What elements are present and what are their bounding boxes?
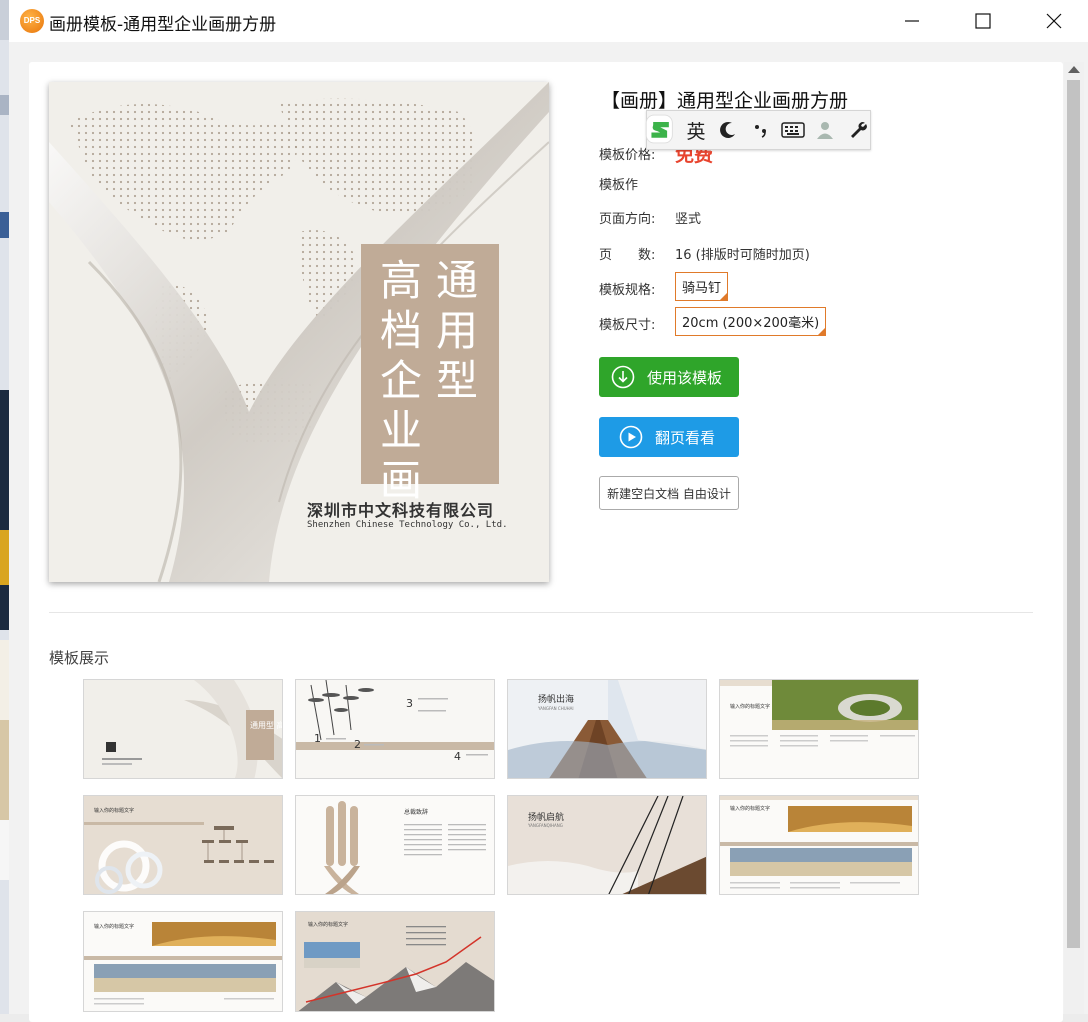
content-panel: 通用型 高档企业画 深圳市中文科技有限公司 Shenzhen Chinese T…: [29, 62, 1063, 1022]
showcase-thumb-2[interactable]: 3 1 2 4: [295, 679, 495, 779]
binding-label: 模板规格:: [599, 283, 656, 298]
thumb-9-heading: 输入你的标题文字: [94, 923, 134, 930]
thumb-1-art: 通用型 高档企业画: [84, 680, 283, 778]
showcase-thumb-6[interactable]: 总裁致辞: [295, 795, 495, 895]
use-template-label: 使用该模板: [647, 368, 723, 387]
title-bar: DPS 画册模板-通用型企业画册方册: [9, 0, 1088, 42]
scrollbar-thumb[interactable]: [1067, 80, 1080, 948]
thumb-3-art: 扬帆出海 YANGFAN CHUHAI: [508, 680, 706, 778]
sogou-logo-icon: S: [645, 114, 673, 144]
ime-toolbar[interactable]: S 英: [645, 110, 871, 150]
svg-text:2: 2: [354, 738, 361, 751]
selected-corner-icon: [719, 292, 729, 301]
vertical-scrollbar[interactable]: [1064, 62, 1084, 1014]
size-option[interactable]: 20cm (200×200毫米): [675, 307, 827, 336]
wrench-icon[interactable]: [846, 120, 870, 140]
thumb-7-caption: YANGFANQIHANG: [527, 823, 563, 828]
thumb-7-art: 扬帆启航 YANGFANQIHANG: [508, 796, 706, 894]
thumb-7-heading: 扬帆启航: [528, 811, 564, 823]
cover-title-box: 通用型 高档企业画: [361, 244, 499, 505]
binding-value: 骑马钉: [682, 281, 722, 296]
showcase-thumb-3[interactable]: 扬帆出海 YANGFAN CHUHAI: [507, 679, 707, 779]
template-title: 【画册】通用型企业画册方册: [601, 90, 849, 112]
showcase-thumb-10[interactable]: 输入你的标题文字: [295, 911, 495, 1012]
thumb-6-art: 总裁致辞: [296, 796, 494, 894]
moon-icon[interactable]: [716, 120, 740, 140]
size-row: 模板尺寸: 20cm (200×200毫米): [599, 307, 827, 336]
template-dialog: DPS 画册模板-通用型企业画册方册 通用型 高档企业画 深圳市中文科技有限公司…: [9, 0, 1088, 1022]
cover-company-name: 深圳市中文科技有限公司: [307, 501, 495, 520]
size-value: 20cm (200×200毫米): [682, 316, 820, 331]
maximize-button[interactable]: [963, 6, 1003, 36]
orientation-label: 页面方向:: [599, 212, 656, 227]
showcase-thumb-5[interactable]: 输入你的标题文字: [83, 795, 283, 895]
author-row: 模板作: [599, 174, 675, 193]
selected-corner-icon: [817, 327, 827, 336]
minimize-button[interactable]: [892, 6, 932, 36]
size-label: 模板尺寸:: [599, 318, 656, 333]
showcase-thumb-4[interactable]: 输入你的标题文字: [719, 679, 919, 779]
maximize-icon: [975, 13, 991, 29]
thumb-3-caption: YANGFAN CHUHAI: [537, 706, 574, 711]
thumb-3-heading: 扬帆出海: [538, 693, 574, 705]
svg-text:3: 3: [406, 697, 413, 710]
app-icon: DPS: [20, 9, 44, 33]
section-divider: [49, 612, 1033, 613]
thumb-10-heading: 输入你的标题文字: [308, 921, 348, 928]
svg-text:1: 1: [314, 732, 321, 745]
scroll-up-arrow-icon[interactable]: [1068, 66, 1080, 73]
cover-company-english: Shenzhen Chinese Technology Co., Ltd.: [307, 520, 508, 530]
author-label: 模板作: [599, 178, 639, 193]
thumb-5-art: 输入你的标题文字: [84, 796, 282, 894]
thumb-10-art: 输入你的标题文字: [296, 912, 494, 1011]
flip-preview-label: 翻页看看: [655, 428, 716, 447]
showcase-thumb-9[interactable]: 输入你的标题文字: [83, 911, 283, 1012]
close-button[interactable]: [1034, 6, 1074, 36]
ime-mode-label[interactable]: 英: [684, 117, 708, 144]
svg-text:4: 4: [454, 750, 461, 763]
punctuation-icon[interactable]: [749, 120, 773, 140]
thumb-5-heading: 输入你的标题文字: [94, 807, 134, 814]
thumb-9-art: 输入你的标题文字: [84, 912, 282, 1011]
pages-label: 页 数:: [599, 248, 656, 263]
flip-preview-button[interactable]: 翻页看看: [599, 417, 739, 457]
play-icon: [619, 425, 643, 449]
new-blank-document-button[interactable]: 新建空白文档 自由设计: [599, 476, 739, 510]
pages-row: 页 数: 16 (排版时可随时加页): [599, 244, 810, 263]
thumb-4-heading: 输入你的标题文字: [730, 703, 770, 710]
download-icon: [611, 365, 635, 389]
pages-value: 16 (排版时可随时加页): [675, 248, 810, 263]
thumb-4-art: 输入你的标题文字: [720, 680, 918, 778]
window-title: 画册模板-通用型企业画册方册: [49, 15, 277, 35]
background-app-strip: [0, 0, 9, 1014]
thumb-8-heading: 输入你的标题文字: [730, 805, 770, 812]
cover-title-col1: 通用型: [435, 256, 478, 405]
showcase-thumb-7[interactable]: 扬帆启航 YANGFANQIHANG: [507, 795, 707, 895]
showcase-thumb-1[interactable]: 通用型 高档企业画: [83, 679, 283, 779]
showcase-thumb-8[interactable]: 输入你的标题文字: [719, 795, 919, 895]
user-icon[interactable]: [813, 120, 837, 140]
binding-option[interactable]: 骑马钉: [675, 272, 729, 301]
showcase-title: 模板展示: [49, 649, 110, 667]
svg-text:S: S: [651, 121, 664, 142]
thumb-1-caption: 通用型 高档企业画: [250, 720, 283, 730]
cover-title-col2: 高档企业画: [379, 256, 422, 505]
thumb-8-art: 输入你的标题文字: [720, 796, 918, 894]
binding-row: 模板规格: 骑马钉: [599, 272, 729, 301]
thumb-6-heading: 总裁致辞: [404, 808, 428, 816]
use-template-button[interactable]: 使用该模板: [599, 357, 739, 397]
cover-preview[interactable]: 通用型 高档企业画 深圳市中文科技有限公司 Shenzhen Chinese T…: [49, 82, 549, 582]
orientation-row: 页面方向: 竖式: [599, 208, 701, 227]
close-icon: [1046, 13, 1062, 29]
thumb-2-art: 3 1 2 4: [296, 680, 494, 778]
keyboard-icon[interactable]: [781, 121, 805, 139]
orientation-value: 竖式: [675, 212, 702, 227]
minimize-icon: [905, 20, 919, 22]
